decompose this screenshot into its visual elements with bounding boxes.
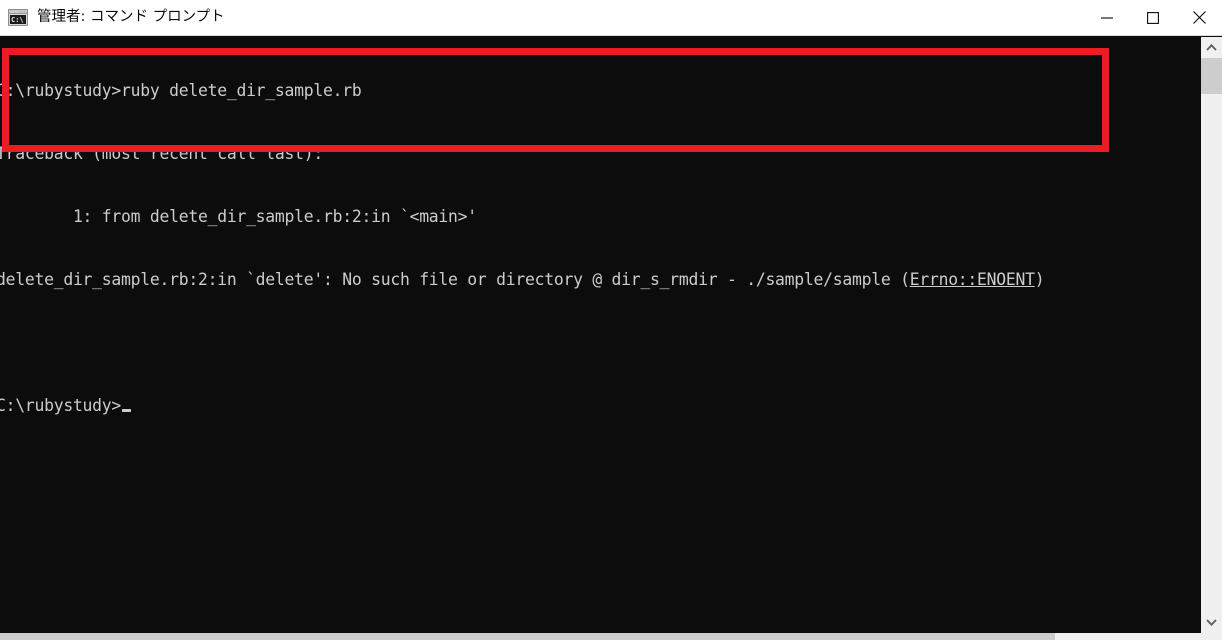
block-cursor — [122, 409, 132, 412]
scroll-up-button[interactable] — [1201, 37, 1222, 58]
console-line-traceback-header: Traceback (most recent call last): — [0, 144, 324, 163]
prompt-text: C:\rubystudy> — [0, 396, 122, 415]
console-line-prompt: C:\rubystudy> — [0, 395, 1044, 416]
title-bar-left: ▫▫▫ C:\ 管理者: コマンド プロンプト — [0, 0, 1084, 35]
command-prompt-window: ▫▫▫ C:\ 管理者: コマンド プロンプト C:\rubystudy>rub… — [0, 0, 1222, 640]
maximize-icon — [1147, 11, 1159, 24]
scrollbar-corner — [1201, 633, 1222, 640]
vertical-scrollbar-track[interactable] — [1201, 58, 1222, 612]
scroll-down-button[interactable] — [1201, 612, 1222, 633]
console-line-traceback-frame: 1: from delete_dir_sample.rb:2:in `<main… — [0, 207, 477, 226]
close-button[interactable] — [1176, 0, 1222, 36]
close-icon — [1192, 11, 1206, 24]
chevron-down-icon — [1206, 619, 1217, 626]
chevron-up-icon — [1206, 44, 1217, 51]
cmd-prompt-icon: ▫▫▫ C:\ — [8, 9, 28, 26]
title-bar[interactable]: ▫▫▫ C:\ 管理者: コマンド プロンプト — [0, 0, 1222, 36]
terminal-output-area[interactable]: C:\rubystudy>ruby delete_dir_sample.rb T… — [0, 37, 1201, 633]
horizontal-scrollbar[interactable] — [0, 633, 1201, 640]
console-text: C:\rubystudy>ruby delete_dir_sample.rb T… — [0, 38, 1045, 458]
window-controls — [1084, 0, 1222, 36]
error-class-name: Errno::ENOENT — [909, 270, 1035, 289]
minimize-button[interactable] — [1084, 0, 1130, 36]
maximize-button[interactable] — [1130, 0, 1176, 36]
vertical-scrollbar-thumb[interactable] — [1201, 58, 1222, 94]
console-line-error: delete_dir_sample.rb:2:in `delete': No s… — [0, 269, 1045, 290]
console-line-command: C:\rubystudy>ruby delete_dir_sample.rb — [0, 81, 362, 100]
vertical-scrollbar[interactable] — [1201, 37, 1222, 633]
console-line-blank — [0, 332, 1044, 353]
window-title: 管理者: コマンド プロンプト — [37, 9, 225, 26]
error-message-suffix: ) — [1034, 270, 1045, 289]
minimize-icon — [1101, 16, 1113, 19]
cmd-icon-buttons: ▫▫▫ — [19, 10, 26, 14]
cmd-icon-screen: C:\ — [10, 15, 26, 24]
error-message-prefix: delete_dir_sample.rb:2:in `delete': No s… — [0, 270, 910, 289]
horizontal-scrollbar-thumb[interactable] — [0, 633, 1055, 640]
